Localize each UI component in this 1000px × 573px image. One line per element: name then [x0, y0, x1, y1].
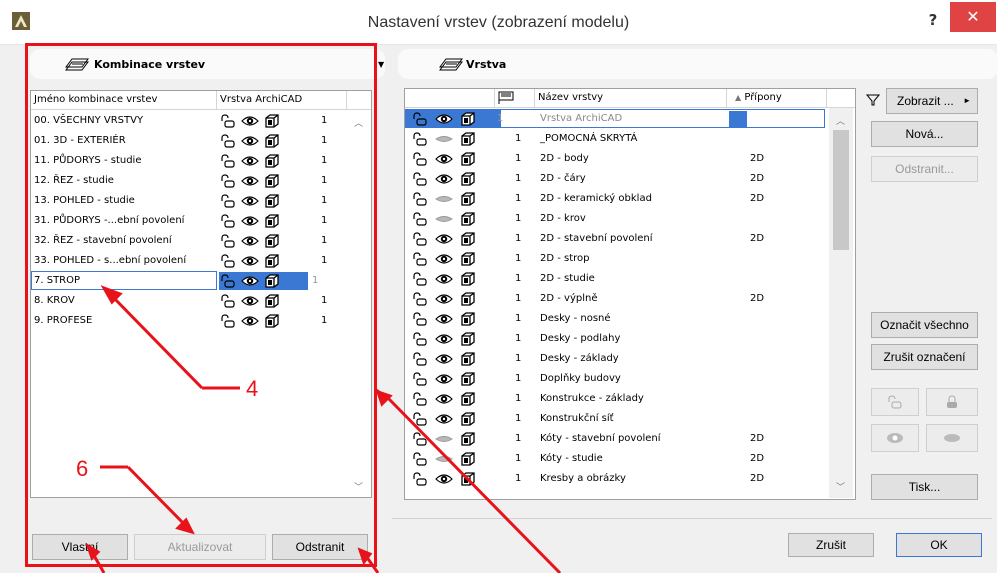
dialog-window: Nastavení vrstev (zobrazení modelu) ? ✕ … [0, 0, 998, 573]
annotation-arrows [85, 285, 562, 573]
